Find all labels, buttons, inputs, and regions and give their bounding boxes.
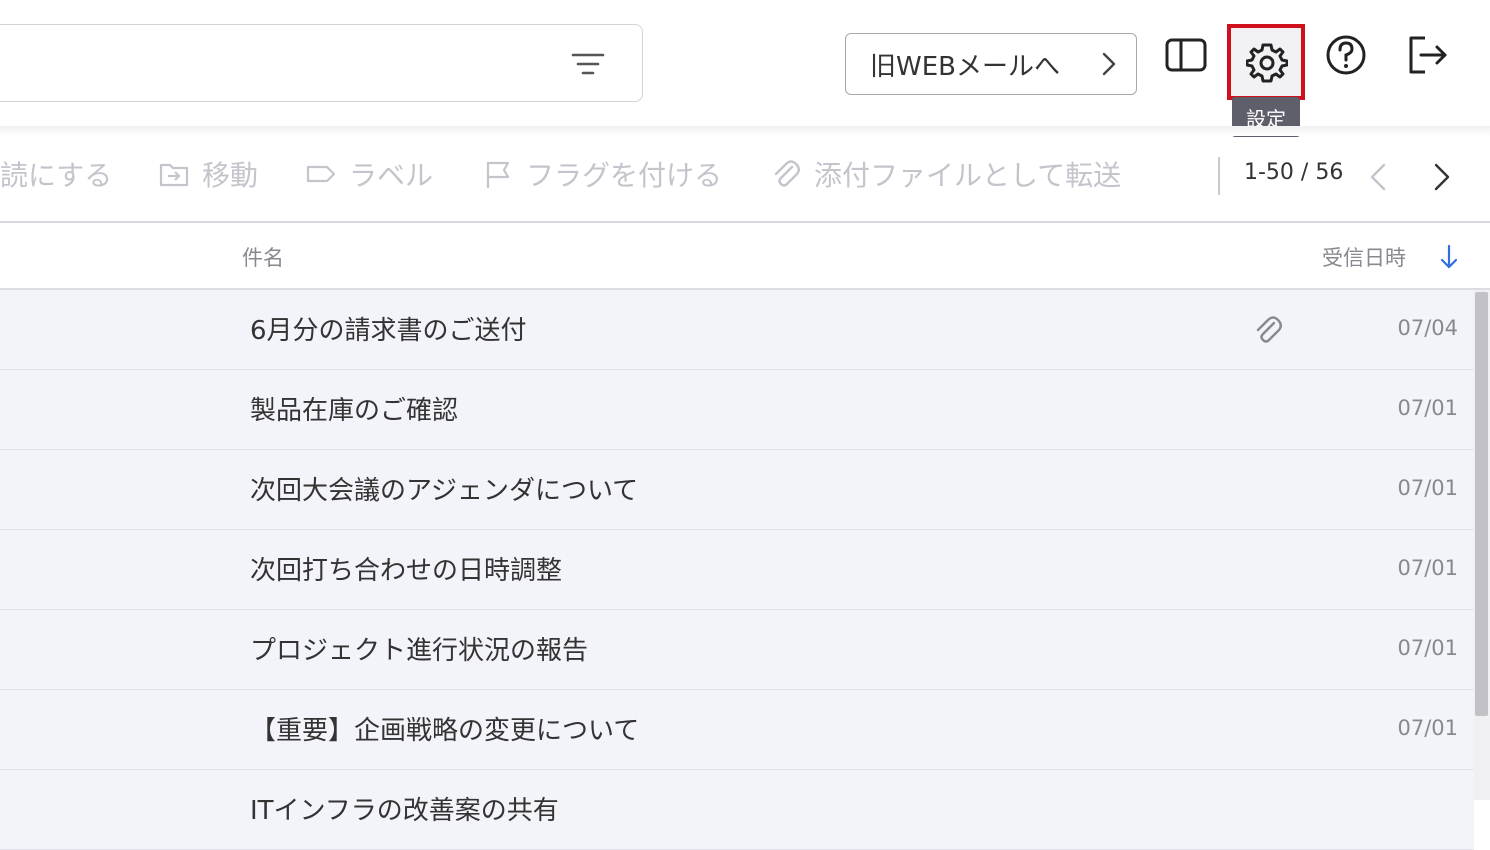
email-row[interactable]: 次回打ち合わせの日時調整 07/01 xyxy=(0,530,1474,610)
column-header-date[interactable]: 受信日時 xyxy=(1322,242,1406,272)
tag-icon xyxy=(306,165,336,183)
attachment-icon xyxy=(1256,316,1282,343)
email-list: 6月分の請求書のご送付 07/04 製品在庫のご確認 07/01 次回大会議のア… xyxy=(0,290,1474,850)
label-label: ラベル xyxy=(349,159,434,192)
email-subject: 次回打ち合わせの日時調整 xyxy=(250,556,563,586)
move-button[interactable]: 移動 xyxy=(158,152,258,196)
flag-icon xyxy=(486,161,510,188)
sort-descending-icon[interactable] xyxy=(1438,243,1460,271)
email-date: 07/01 xyxy=(1397,556,1458,580)
email-date: 07/01 xyxy=(1397,476,1458,500)
mark-read-button[interactable]: 読にする xyxy=(0,152,112,196)
email-subject: 6月分の請求書のご送付 xyxy=(250,316,527,346)
mark-read-label: 読にする xyxy=(0,159,113,192)
pagination-text: 1-50 / 56 xyxy=(1244,160,1344,185)
flag-label: フラグを付ける xyxy=(526,159,723,192)
paperclip-icon xyxy=(774,160,800,187)
flag-button[interactable]: フラグを付ける xyxy=(482,152,722,196)
email-row[interactable]: 6月分の請求書のご送付 07/04 xyxy=(0,290,1474,370)
label-button[interactable]: ラベル xyxy=(305,152,433,196)
email-subject: プロジェクト進行状況の報告 xyxy=(250,636,589,666)
toolbar-divider xyxy=(1218,157,1220,195)
logout-icon[interactable] xyxy=(1403,32,1449,78)
move-label: 移動 xyxy=(202,159,259,192)
scrollbar-thumb[interactable] xyxy=(1475,292,1488,716)
chevron-right-icon xyxy=(1102,52,1116,76)
email-row[interactable]: 次回大会議のアジェンダについて 07/01 xyxy=(0,450,1474,530)
help-icon[interactable] xyxy=(1323,32,1369,78)
previous-page-icon[interactable] xyxy=(1366,160,1390,194)
gear-icon xyxy=(1246,43,1288,83)
toolbar-divider-bottom xyxy=(0,221,1490,223)
email-subject: 次回大会議のアジェンダについて xyxy=(250,476,639,506)
folder-move-icon xyxy=(159,163,189,187)
settings-button[interactable] xyxy=(1227,24,1305,100)
email-date: 07/04 xyxy=(1397,316,1458,340)
search-input[interactable] xyxy=(0,24,643,102)
email-subject: ITインフラの改善案の共有 xyxy=(250,796,559,826)
email-date: 07/01 xyxy=(1397,636,1458,660)
old-webmail-button[interactable]: 旧WEBメールへ xyxy=(845,33,1137,95)
email-row[interactable]: 【重要】企画戦略の変更について 07/01 xyxy=(0,690,1474,770)
email-row[interactable]: プロジェクト進行状況の報告 07/01 xyxy=(0,610,1474,690)
forward-as-attachment-label: 添付ファイルとして転送 xyxy=(814,159,1122,192)
layout-panel-icon[interactable] xyxy=(1163,32,1209,78)
header-divider xyxy=(0,126,1490,136)
filter-icon[interactable] xyxy=(570,49,606,79)
email-date: 07/01 xyxy=(1397,716,1458,740)
email-subject: 製品在庫のご確認 xyxy=(250,396,459,426)
email-subject: 【重要】企画戦略の変更について xyxy=(250,716,640,746)
email-row[interactable]: ITインフラの改善案の共有 xyxy=(0,770,1474,850)
next-page-icon[interactable] xyxy=(1430,160,1454,194)
email-row[interactable]: 製品在庫のご確認 07/01 xyxy=(0,370,1474,450)
column-header-subject[interactable]: 件名 xyxy=(242,242,284,272)
old-webmail-label: 旧WEBメールへ xyxy=(870,51,1060,82)
email-date: 07/01 xyxy=(1397,396,1458,420)
forward-as-attachment-button[interactable]: 添付ファイルとして転送 xyxy=(770,152,1121,196)
